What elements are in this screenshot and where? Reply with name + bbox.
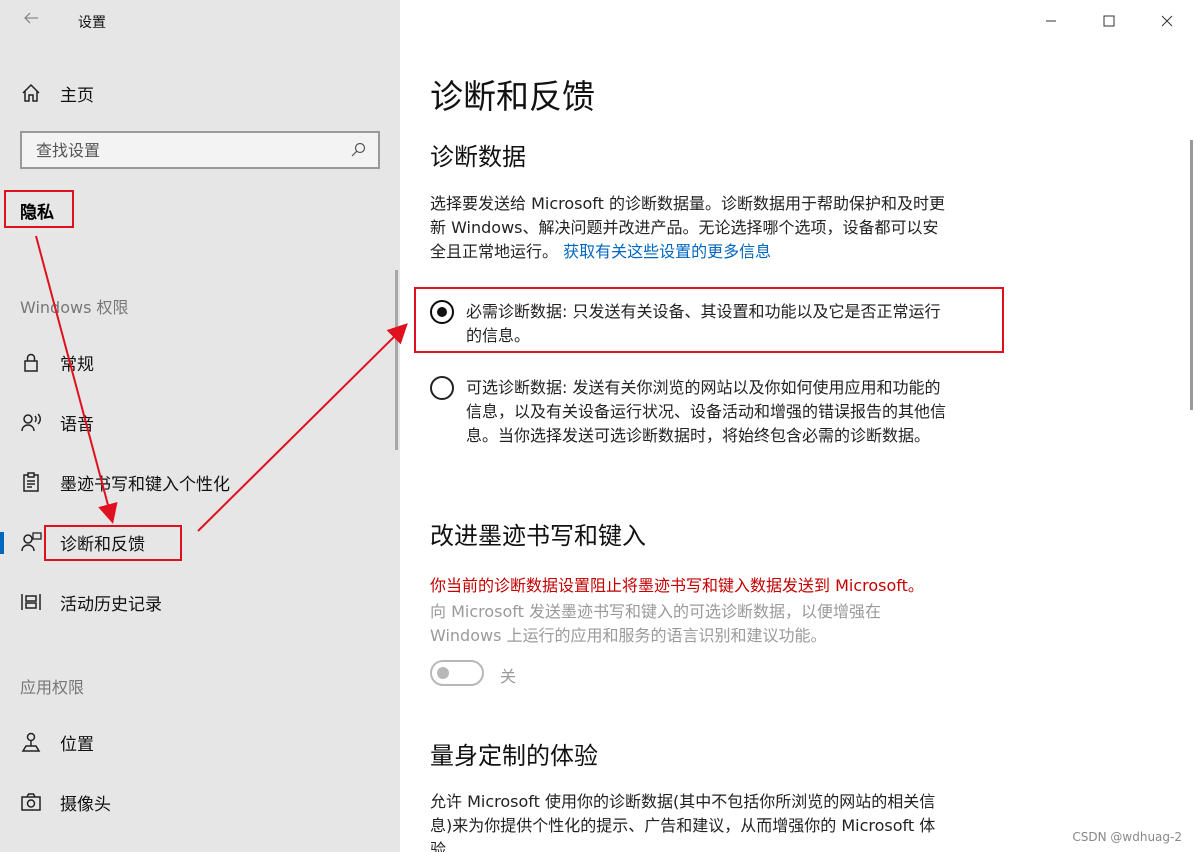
- sidebar-item-label: 诊断和反馈: [60, 534, 145, 555]
- timeline-icon: [21, 594, 41, 610]
- diagnostic-data-description: 选择要发送给 Microsoft 的诊断数据量。诊断数据用于帮助保护和及时更 新…: [430, 192, 990, 264]
- sidebar-item-label: 摄像头: [60, 794, 111, 815]
- tailored-description: 允许 Microsoft 使用你的诊断数据(其中不包括你所浏览的网站的相关信 息…: [430, 790, 990, 852]
- home-icon: [22, 83, 40, 102]
- radio-label: 可选诊断数据: 发送有关你浏览的网站以及你如何使用应用和功能的 信息，以及有关设…: [466, 376, 946, 448]
- sidebar-item-activity[interactable]: 活动历史记录: [0, 582, 400, 622]
- close-icon: [1161, 15, 1173, 27]
- home-label: 主页: [60, 85, 94, 106]
- radio-label-line: 必需诊断数据: 只发送有关设备、其设置和功能以及它是否正常运行: [466, 302, 941, 321]
- radio-required-diagnostic[interactable]: 必需诊断数据: 只发送有关设备、其设置和功能以及它是否正常运行 的信息。: [430, 300, 990, 348]
- search-box[interactable]: [20, 131, 380, 169]
- ink-heading: 改进墨迹书写和键入: [430, 522, 646, 550]
- tailored-line: 验: [430, 840, 447, 852]
- minimize-button[interactable]: [1022, 6, 1080, 36]
- maximize-icon: [1103, 15, 1115, 27]
- back-arrow-icon[interactable]: [18, 8, 44, 34]
- radio-label-line: 信息，以及有关设备运行状况、设备活动和增强的错误报告的其他信: [466, 402, 947, 421]
- category-privacy: 隐私: [20, 203, 54, 223]
- ink-description-line: 向 Microsoft 发送墨迹书写和键入的可选诊断数据，以便增强在: [430, 602, 881, 621]
- minimize-icon: [1046, 20, 1056, 22]
- main-scrollbar[interactable]: [1190, 140, 1193, 410]
- lock-icon: [24, 353, 38, 372]
- radio-label-line: 息。当你选择发送可选诊断数据时，将始终包含必需的诊断数据。: [466, 426, 931, 445]
- search-icon[interactable]: [350, 142, 366, 158]
- sidebar-item-general[interactable]: 常规: [0, 342, 400, 382]
- camera-icon: [21, 793, 41, 811]
- tailored-heading: 量身定制的体验: [430, 742, 598, 770]
- radio-button-checked[interactable]: [430, 300, 454, 324]
- sidebar: 设置 主页 隐私 Windows 权限 常规 语音 墨迹书写和键入个性化 诊断和…: [0, 0, 400, 852]
- diagnostic-data-heading: 诊断数据: [430, 143, 526, 171]
- sidebar-scrollbar[interactable]: [395, 270, 398, 450]
- feedback-icon: [21, 532, 42, 552]
- sidebar-item-home[interactable]: 主页: [20, 80, 94, 106]
- radio-button-unchecked[interactable]: [430, 376, 454, 400]
- window-controls: [1022, 6, 1196, 36]
- location-icon: [21, 732, 41, 752]
- app-title: 设置: [78, 15, 106, 31]
- sidebar-item-camera[interactable]: 摄像头: [0, 782, 400, 822]
- speech-icon: [21, 413, 41, 432]
- sidebar-item-label: 语音: [60, 414, 94, 435]
- description-line: 全且正常地运行。: [430, 242, 559, 261]
- sidebar-item-diagnostics[interactable]: 诊断和反馈: [0, 522, 400, 562]
- search-input[interactable]: [36, 140, 350, 160]
- ink-description: 向 Microsoft 发送墨迹书写和键入的可选诊断数据，以便增强在 Windo…: [430, 600, 950, 648]
- clipboard-icon: [23, 472, 39, 492]
- page-title: 诊断和反馈: [430, 77, 595, 116]
- sidebar-item-label: 位置: [60, 734, 94, 755]
- radio-label: 必需诊断数据: 只发送有关设备、其设置和功能以及它是否正常运行 的信息。: [466, 300, 940, 348]
- description-line: 新 Windows、解决问题并改进产品。无论选择哪个选项，设备都可以安: [430, 218, 939, 237]
- sidebar-item-inking[interactable]: 墨迹书写和键入个性化: [0, 462, 400, 502]
- ink-toggle-label: 关: [500, 667, 517, 686]
- ink-description-line: Windows 上运行的应用和服务的语言识别和建议功能。: [430, 626, 827, 645]
- maximize-button[interactable]: [1080, 6, 1138, 36]
- main-content: 诊断和反馈 诊断数据 选择要发送给 Microsoft 的诊断数据量。诊断数据用…: [400, 0, 1196, 852]
- section-windows-permissions: Windows 权限: [20, 298, 129, 317]
- radio-label-line: 可选诊断数据: 发送有关你浏览的网站以及你如何使用应用和功能的: [466, 378, 941, 397]
- radio-optional-diagnostic[interactable]: 可选诊断数据: 发送有关你浏览的网站以及你如何使用应用和功能的 信息，以及有关设…: [430, 376, 990, 448]
- sidebar-item-label: 墨迹书写和键入个性化: [60, 474, 230, 495]
- sidebar-item-label: 活动历史记录: [60, 594, 162, 615]
- ink-warning: 你当前的诊断数据设置阻止将墨迹书写和键入数据发送到 Microsoft。: [430, 576, 924, 595]
- description-line: 选择要发送给 Microsoft 的诊断数据量。诊断数据用于帮助保护和及时更: [430, 194, 945, 213]
- section-app-permissions: 应用权限: [20, 678, 85, 697]
- close-button[interactable]: [1138, 6, 1196, 36]
- radio-label-line: 的信息。: [466, 326, 531, 345]
- ink-toggle-switch[interactable]: [430, 660, 484, 686]
- sidebar-item-label: 常规: [60, 354, 94, 375]
- watermark: CSDN @wdhuag-2: [1072, 830, 1182, 844]
- tailored-line: 允许 Microsoft 使用你的诊断数据(其中不包括你所浏览的网站的相关信: [430, 792, 936, 811]
- sidebar-item-speech[interactable]: 语音: [0, 402, 400, 442]
- sidebar-item-location[interactable]: 位置: [0, 722, 400, 762]
- more-info-link[interactable]: 获取有关这些设置的更多信息: [563, 242, 771, 261]
- tailored-line: 息)来为你提供个性化的提示、广告和建议，从而增强你的 Microsoft 体: [430, 816, 936, 835]
